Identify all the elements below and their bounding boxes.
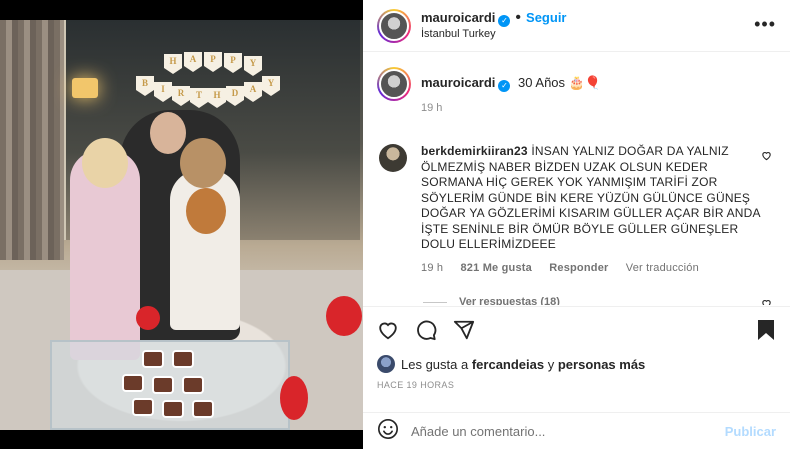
- photo-child-left-hair: [82, 138, 128, 188]
- author-username[interactable]: mauroicardi: [421, 10, 495, 25]
- likes-connector: y: [547, 356, 555, 372]
- photo-cup: [162, 400, 184, 418]
- author-avatar[interactable]: [377, 8, 411, 43]
- comment-item: berkdemirkiiran23 İNSAN YALNIZ DOĞAR DA …: [377, 144, 776, 276]
- more-options-icon[interactable]: •••: [754, 14, 776, 35]
- banner-flag: P: [204, 52, 222, 72]
- photo-cup: [192, 400, 214, 418]
- comment-likes[interactable]: 821 Me gusta: [460, 262, 531, 274]
- birthday-banner: H A P P Y B I R T H D A Y: [134, 46, 284, 116]
- banner-flag: D: [226, 86, 244, 106]
- banner-flag: R: [172, 86, 190, 106]
- verified-badge-icon: ✓: [498, 14, 511, 27]
- caption-avatar[interactable]: [377, 67, 411, 101]
- photo-balloon: [136, 306, 160, 330]
- like-heart-icon[interactable]: [377, 319, 399, 341]
- photo-balloon: [280, 376, 308, 420]
- photo-dog: [186, 188, 226, 234]
- post-photo[interactable]: H A P P Y B I R T H D A Y: [0, 20, 363, 430]
- comment-text: İNSAN YALNIZ DOĞAR DA YALNIZ ÖLMEZMİŞ NA…: [421, 144, 761, 251]
- photo-balloon: [326, 296, 362, 336]
- see-translation-button[interactable]: Ver traducción: [626, 262, 699, 274]
- location-link[interactable]: İstanbul Turkey: [421, 27, 567, 42]
- save-bookmark-icon[interactable]: [756, 319, 776, 341]
- caption-time[interactable]: 19 h: [421, 100, 601, 116]
- likes-others-link[interactable]: personas más: [558, 357, 645, 372]
- banner-flag: P: [224, 53, 242, 73]
- separator-dot: •: [515, 8, 522, 26]
- share-paper-plane-icon[interactable]: [453, 319, 475, 341]
- photo-cup: [142, 350, 164, 368]
- caption-username[interactable]: mauroicardi: [421, 75, 495, 90]
- banner-flag: T: [190, 88, 208, 108]
- publish-button[interactable]: Publicar: [725, 424, 776, 439]
- photo-cup: [182, 376, 204, 394]
- photo-glass-table: [50, 340, 290, 430]
- liker-avatar[interactable]: [377, 355, 395, 373]
- banner-flag: A: [184, 52, 202, 72]
- photo-face: [150, 112, 186, 154]
- add-comment-bar: Publicar: [363, 412, 790, 449]
- action-bar: [363, 307, 790, 353]
- caption: mauroicardi ✓ 30 Años 🎂🎈 19 h: [377, 67, 776, 116]
- likes-summary: Les gusta a fercandeias y personas más: [363, 353, 790, 375]
- comment-bubble-icon[interactable]: [415, 319, 437, 341]
- instagram-post-modal: H A P P Y B I R T H D A Y mauroicardi ✓ …: [0, 0, 790, 449]
- banner-flag: I: [154, 82, 172, 102]
- comment-like-heart-icon[interactable]: [761, 150, 772, 161]
- comments-scroll-area[interactable]: mauroicardi ✓ 30 Años 🎂🎈 19 h berkdemirki…: [363, 53, 790, 305]
- photo-child-right-hair: [180, 138, 226, 188]
- comment-input[interactable]: [411, 424, 725, 439]
- post-timestamp[interactable]: HACE 19 HORAS: [363, 380, 790, 390]
- post-details-panel: mauroicardi ✓ • Seguir İstanbul Turkey ••• …: [363, 0, 790, 449]
- banner-flag: B: [136, 76, 154, 96]
- verified-badge-icon: ✓: [498, 80, 511, 92]
- photo-cup: [122, 374, 144, 392]
- post-footer: Les gusta a fercandeias y personas más H…: [363, 306, 790, 439]
- likes-prefix: Les gusta a: [401, 356, 469, 372]
- view-replies-button[interactable]: Ver respuestas (18): [423, 296, 776, 305]
- comment-username[interactable]: berkdemirkiiran23: [421, 144, 528, 158]
- photo-cup: [172, 350, 194, 368]
- caption-text: 30 Años 🎂🎈: [518, 75, 602, 90]
- view-replies-label: Ver respuestas (18): [459, 296, 560, 305]
- banner-flag: H: [208, 88, 226, 108]
- banner-flag: A: [244, 82, 262, 102]
- follow-button[interactable]: Seguir: [526, 10, 566, 25]
- commenter-avatar[interactable]: [379, 144, 407, 172]
- photo-cup: [152, 376, 174, 394]
- banner-flag: H: [164, 54, 182, 74]
- reply-button[interactable]: Responder: [549, 262, 608, 274]
- post-header: mauroicardi ✓ • Seguir İstanbul Turkey •••: [363, 0, 790, 52]
- photo-curtain: [0, 20, 64, 260]
- photo-lamp: [72, 78, 98, 98]
- media-panel: H A P P Y B I R T H D A Y: [0, 0, 363, 449]
- liker-username[interactable]: fercandeias: [472, 357, 544, 372]
- comment-time[interactable]: 19 h: [421, 262, 443, 274]
- banner-flag: Y: [262, 76, 280, 96]
- replies-line: [423, 301, 447, 303]
- comment-like-heart-icon[interactable]: [761, 298, 772, 305]
- photo-cup: [132, 398, 154, 416]
- emoji-smiley-icon[interactable]: [377, 418, 399, 445]
- banner-flag: Y: [244, 56, 262, 76]
